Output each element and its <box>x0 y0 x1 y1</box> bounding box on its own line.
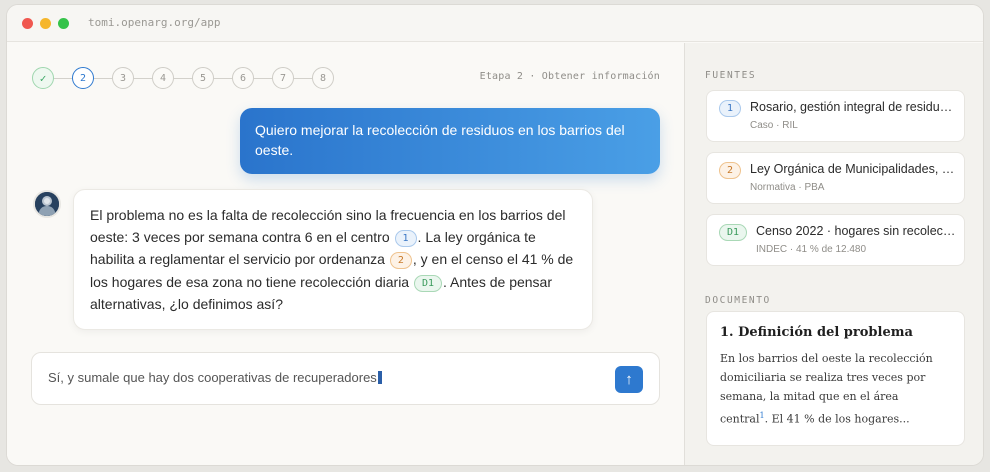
step-connector <box>54 77 72 79</box>
step-3[interactable]: 3 <box>112 67 134 89</box>
step-connector <box>134 77 152 79</box>
citation-badge-2[interactable]: 2 <box>389 252 412 270</box>
document-preview[interactable]: 1. Definición del problema En los barrio… <box>706 311 965 446</box>
source-badge: 1 <box>719 100 742 117</box>
step-5[interactable]: 5 <box>192 67 214 89</box>
step-connector <box>254 77 272 79</box>
step-1-check-icon[interactable]: ✓ <box>32 67 54 89</box>
document-title: 1. Definición del problema <box>720 325 913 340</box>
minimize-window-button[interactable] <box>40 18 51 29</box>
text-caret <box>377 371 382 384</box>
sidebar: FUENTES 1 Rosario, gestión integral de r… <box>684 43 983 465</box>
document-body: En los barrios del oeste la recolección … <box>720 349 950 429</box>
step-4[interactable]: 4 <box>152 67 174 89</box>
chat-panel: ✓ 2 3 4 5 6 7 8 Etapa 2 · Obtener inform… <box>7 43 684 465</box>
assistant-avatar <box>33 190 61 218</box>
document-body-text: . El 41 % de los hogares... <box>764 412 910 426</box>
step-2[interactable]: 2 <box>72 67 94 89</box>
source-badge: 2 <box>719 162 742 179</box>
close-window-button[interactable] <box>22 18 33 29</box>
step-6[interactable]: 6 <box>232 67 254 89</box>
step-connector <box>214 77 232 79</box>
step-7[interactable]: 7 <box>272 67 294 89</box>
message-composer[interactable]: Sí, y sumale que hay dos cooperativas de… <box>31 352 660 405</box>
source-card-2[interactable]: 2 Ley Orgánica de Municipalidades, art..… <box>706 152 965 204</box>
source-meta: Caso · RIL <box>750 120 798 131</box>
assistant-message: El problema no es la falta de recolecció… <box>73 189 593 330</box>
step-connector <box>174 77 192 79</box>
stage-label: Etapa 2 · Obtener información <box>479 71 660 82</box>
step-connector <box>294 77 312 79</box>
source-badge: D1 <box>719 224 748 241</box>
maximize-window-button[interactable] <box>58 18 69 29</box>
message-input-value[interactable]: Sí, y sumale que hay dos cooperativas de… <box>48 370 377 385</box>
source-meta: Normativa · PBA <box>750 182 825 193</box>
message-input[interactable]: Sí, y sumale que hay dos cooperativas de… <box>48 370 382 385</box>
source-card-1[interactable]: 1 Rosario, gestión integral de residuos … <box>706 90 965 142</box>
citation-badge-d1[interactable]: D1 <box>413 274 443 292</box>
source-card-d1[interactable]: D1 Censo 2022 · hogares sin recolecció..… <box>706 214 965 266</box>
title-bar: tomi.openarg.org/app <box>7 5 983 42</box>
document-heading: DOCUMENTO <box>705 295 771 306</box>
send-arrow-icon[interactable]: ↑ <box>615 366 643 393</box>
source-title: Censo 2022 · hogares sin recolecció... <box>756 224 958 238</box>
step-connector <box>94 77 112 79</box>
address-url[interactable]: tomi.openarg.org/app <box>88 16 220 29</box>
stepper: ✓ 2 3 4 5 6 7 8 <box>32 67 342 89</box>
user-message: Quiero mejorar la recolección de residuo… <box>240 108 660 174</box>
step-8[interactable]: 8 <box>312 67 334 89</box>
app-window: tomi.openarg.org/app ✓ 2 3 4 5 6 7 8 Eta… <box>6 4 984 466</box>
citation-badge-1[interactable]: 1 <box>394 230 417 248</box>
source-meta: INDEC · 41 % de 12.480 <box>756 244 867 255</box>
sources-heading: FUENTES <box>705 70 757 81</box>
source-title: Ley Orgánica de Municipalidades, art... <box>750 162 958 176</box>
source-title: Rosario, gestión integral de residuos ..… <box>750 100 958 114</box>
